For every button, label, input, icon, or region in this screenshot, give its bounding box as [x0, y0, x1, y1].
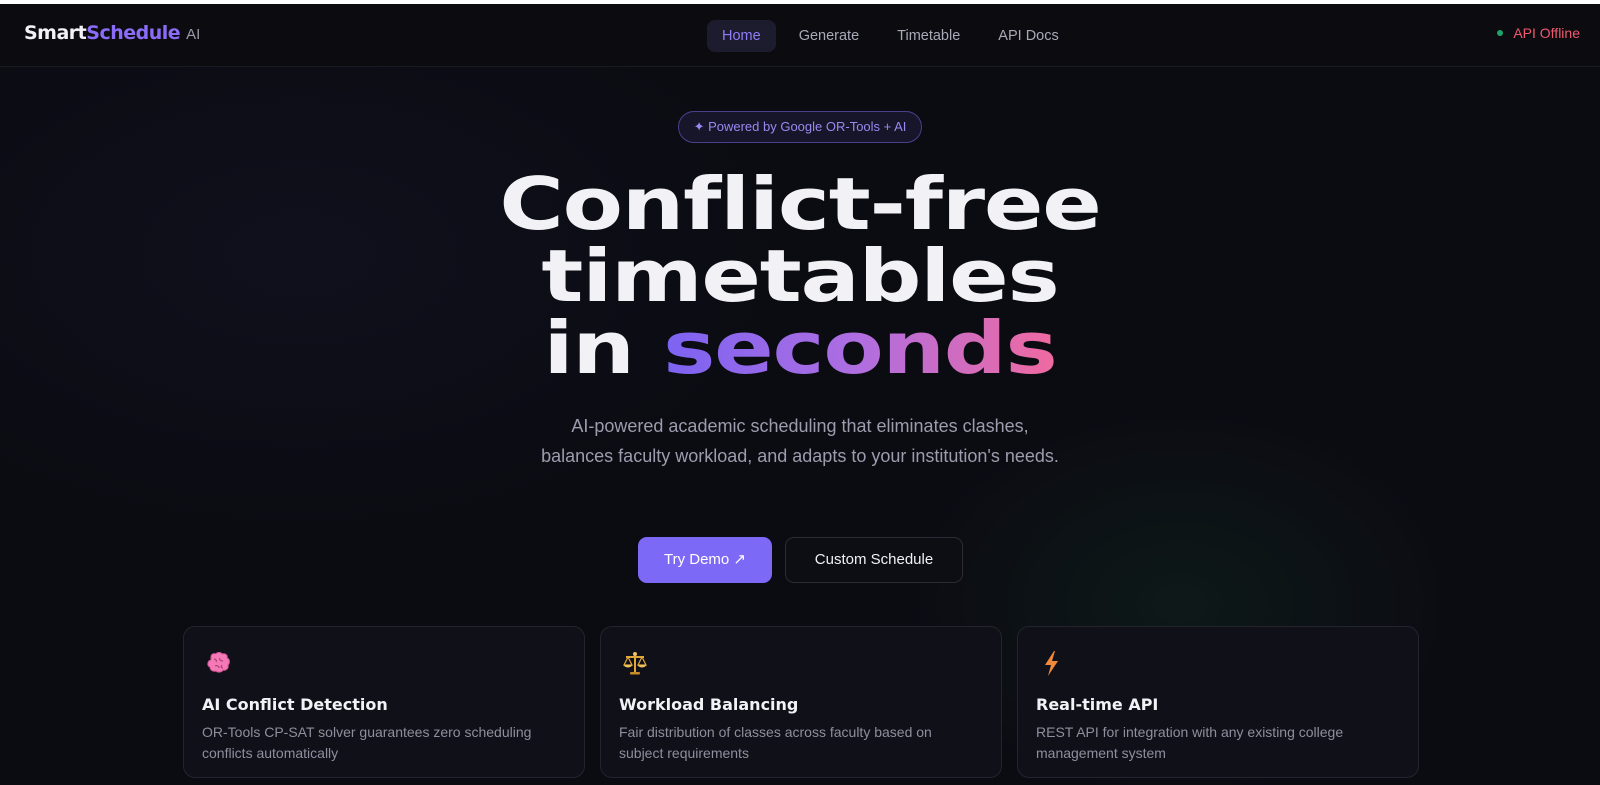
headline-line-2: timetables	[541, 234, 1059, 318]
feature-description: Fair distribution of classes across facu…	[619, 724, 932, 761]
brand-suffix: AI	[186, 26, 201, 43]
headline-plain-text: in	[543, 306, 664, 390]
feature-title: Real-time API	[1036, 695, 1159, 714]
nav-links: Home Generate Timetable API Docs	[707, 20, 1074, 52]
feature-description: REST API for integration with any existi…	[1036, 724, 1344, 761]
feature-title: AI Conflict Detection	[202, 695, 388, 714]
feature-description: OR-Tools CP-SAT solver guarantees zero s…	[202, 724, 532, 761]
headline-accent-text: seconds	[663, 306, 1058, 390]
feature-card-conflict-detection: AI Conflict Detection OR-Tools CP-SAT so…	[183, 626, 585, 778]
scales-icon	[623, 652, 647, 675]
headline-line-1: Conflict-free	[499, 162, 1101, 246]
nav-link-timetable[interactable]: Timetable	[882, 20, 975, 52]
feature-card-realtime-api: Real-time API REST API for integration w…	[1017, 626, 1419, 778]
try-demo-button[interactable]: Try Demo ↗	[638, 537, 772, 583]
brand-logo[interactable]: Smart Schedule AI	[24, 22, 200, 50]
hero-subtitle: AI-powered academic scheduling that elim…	[541, 416, 1059, 466]
feature-title: Workload Balancing	[619, 695, 799, 714]
app-window: Smart Schedule AI Home Generate Timetabl…	[0, 4, 1600, 785]
headline-line-3: in seconds	[190, 312, 1410, 384]
nav-link-api-docs[interactable]: API Docs	[983, 20, 1073, 52]
top-navbar: Smart Schedule AI Home Generate Timetabl…	[0, 4, 1600, 67]
api-status-indicator: API Offline	[1497, 25, 1580, 41]
lightning-icon	[1045, 651, 1058, 676]
feature-card-workload-balancing: Workload Balancing Fair distribution of …	[600, 626, 1002, 778]
nav-link-generate[interactable]: Generate	[784, 20, 874, 52]
powered-by-badge: ✦ Powered by Google OR-Tools + AI	[678, 111, 922, 143]
api-status-label: API Offline	[1513, 25, 1580, 41]
brand-name-smart: Smart	[24, 22, 87, 44]
hero-headline: Conflict-free timetables in seconds	[300, 168, 1300, 384]
custom-schedule-button[interactable]: Custom Schedule	[785, 537, 963, 583]
brand-name-schedule: Schedule	[86, 22, 181, 44]
brain-icon	[207, 652, 230, 673]
status-dot-icon	[1497, 30, 1504, 36]
nav-link-home[interactable]: Home	[707, 20, 776, 52]
